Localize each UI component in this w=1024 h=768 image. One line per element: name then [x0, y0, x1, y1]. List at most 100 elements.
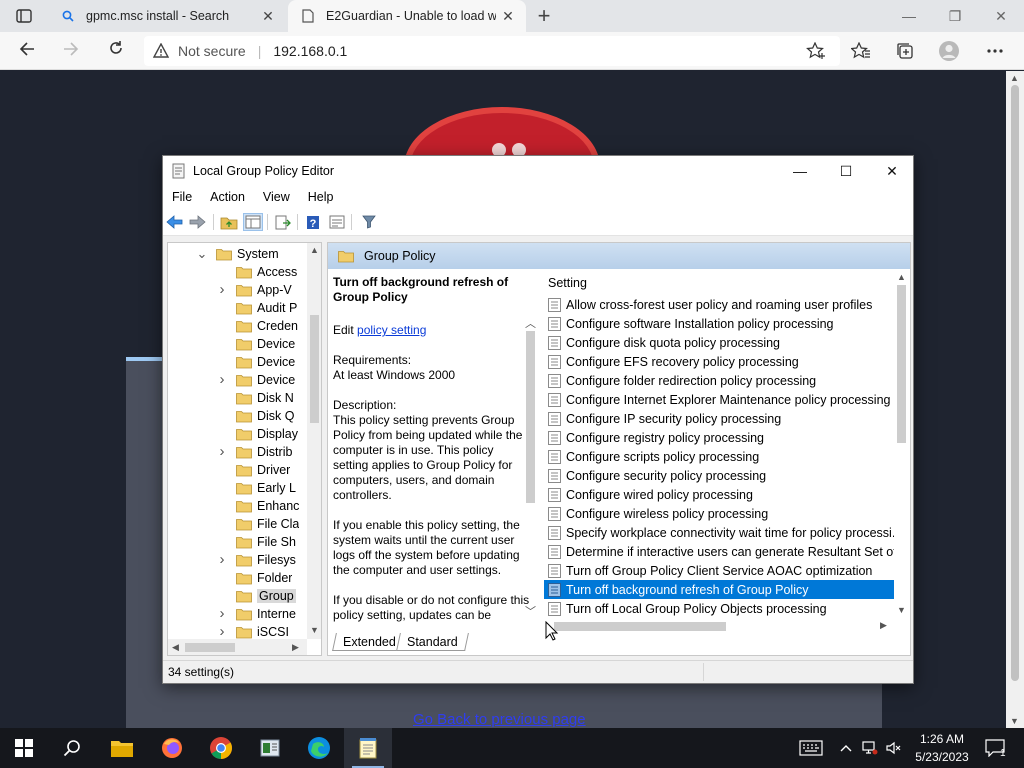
favorites-icon[interactable]: [850, 40, 872, 62]
file-explorer-icon[interactable]: [98, 728, 146, 768]
help-icon[interactable]: ?: [303, 213, 323, 231]
scroll-down-icon[interactable]: ▼: [1010, 716, 1019, 726]
scroll-right-icon[interactable]: ▶: [292, 642, 299, 653]
navigation-tree[interactable]: ⌄ System Access › App-V Audit P Creden Device De…: [167, 242, 322, 656]
policy-row[interactable]: Configure security policy processing: [544, 466, 894, 485]
policy-row[interactable]: Determine if interactive users can gener…: [544, 542, 894, 561]
maximize-icon[interactable]: ☐: [823, 156, 869, 186]
properties-icon[interactable]: [327, 213, 347, 231]
chevron-down-icon[interactable]: ⌄: [196, 247, 208, 260]
policy-row[interactable]: Configure disk quota policy processing: [544, 333, 894, 352]
tree-item[interactable]: Creden: [168, 317, 309, 335]
notepad-icon[interactable]: [344, 728, 392, 768]
forward-arrow-icon[interactable]: [187, 213, 207, 231]
tree-item[interactable]: Early L: [168, 479, 309, 497]
chrome-icon[interactable]: [197, 728, 245, 768]
tree-item[interactable]: Disk Q: [168, 407, 309, 425]
policy-row[interactable]: Turn off Local Group Policy Objects proc…: [544, 599, 894, 618]
chevron-right-icon[interactable]: ›: [216, 606, 228, 621]
close-icon[interactable]: ✕: [869, 156, 915, 186]
page-scrollbar[interactable]: ▲ ▼: [1006, 71, 1024, 728]
chevron-right-icon[interactable]: ›: [216, 282, 228, 297]
filter-icon[interactable]: [359, 213, 379, 231]
omnibox[interactable]: Not secure | 192.168.0.1: [144, 36, 840, 66]
scroll-left-icon[interactable]: ◀: [172, 642, 179, 653]
chevron-right-icon[interactable]: ›: [216, 552, 228, 567]
tree-item[interactable]: Access: [168, 263, 309, 281]
notifications-icon[interactable]: 1: [980, 728, 1010, 768]
policy-row[interactable]: Configure wireless policy processing: [544, 504, 894, 523]
close-tab-icon[interactable]: ✕: [500, 8, 516, 24]
scroll-right-icon[interactable]: ▶: [880, 620, 887, 631]
menu-action[interactable]: Action: [201, 190, 254, 204]
tree-item[interactable]: Device: [168, 353, 309, 371]
tree-item[interactable]: Group: [168, 587, 309, 605]
scroll-up-icon[interactable]: ▲: [310, 245, 319, 255]
menu-help[interactable]: Help: [299, 190, 343, 204]
add-favorite-icon[interactable]: [806, 41, 826, 60]
tree-item[interactable]: ⌄ System: [168, 245, 309, 263]
scroll-down-icon[interactable]: ▼: [897, 605, 906, 615]
scroll-down-icon[interactable]: ﹀: [525, 603, 536, 619]
policy-row[interactable]: Turn off background refresh of Group Pol…: [544, 580, 894, 599]
scrollbar-thumb[interactable]: [897, 285, 906, 443]
warning-icon[interactable]: [152, 42, 170, 60]
tree-item[interactable]: Driver: [168, 461, 309, 479]
collections-icon[interactable]: [894, 40, 916, 62]
up-folder-icon[interactable]: [219, 213, 239, 231]
policy-row[interactable]: Turn off Group Policy Client Service AOA…: [544, 561, 894, 580]
tree-item[interactable]: File Sh: [168, 533, 309, 551]
chevron-right-icon[interactable]: ›: [216, 624, 228, 639]
close-tab-icon[interactable]: ✕: [260, 8, 276, 24]
tree-item[interactable]: Folder: [168, 569, 309, 587]
description-scrollbar[interactable]: ︿ ﹀: [523, 313, 538, 623]
policy-row[interactable]: Configure IP security policy processing: [544, 409, 894, 428]
policy-row[interactable]: Allow cross-forest user policy and roami…: [544, 295, 894, 314]
minimize-icon[interactable]: —: [886, 2, 932, 30]
edge-icon[interactable]: [295, 728, 343, 768]
show-tree-icon[interactable]: [243, 213, 263, 231]
url-text[interactable]: 192.168.0.1: [273, 43, 347, 59]
more-options-icon[interactable]: [984, 40, 1006, 62]
firefox-icon[interactable]: [148, 728, 196, 768]
scroll-down-icon[interactable]: ▼: [310, 625, 319, 635]
forward-icon[interactable]: [58, 39, 84, 63]
tree-item[interactable]: Enhanc: [168, 497, 309, 515]
search-icon[interactable]: [48, 728, 96, 768]
tree-item[interactable]: Device: [168, 335, 309, 353]
tab-e2guardian[interactable]: E2Guardian - Unable to load web page ✕: [288, 0, 526, 32]
export-list-icon[interactable]: [273, 213, 293, 231]
scrollbar-thumb[interactable]: [526, 331, 535, 503]
tree-item[interactable]: › Device: [168, 371, 309, 389]
scroll-up-icon[interactable]: ▲: [1010, 73, 1019, 83]
policy-row[interactable]: Configure Internet Explorer Maintenance …: [544, 390, 894, 409]
window-title-bar[interactable]: Local Group Policy Editor — ☐ ✕: [163, 156, 913, 186]
policy-row[interactable]: Configure wired policy processing: [544, 485, 894, 504]
tree-item[interactable]: Audit P: [168, 299, 309, 317]
tree-item[interactable]: › App-V: [168, 281, 309, 299]
restore-icon[interactable]: ❐: [932, 2, 978, 30]
policy-row[interactable]: Configure registry policy processing: [544, 428, 894, 447]
scrollbar-thumb[interactable]: [310, 315, 319, 423]
policy-row[interactable]: Configure scripts policy processing: [544, 447, 894, 466]
tab-actions-icon[interactable]: [10, 6, 38, 26]
tree-item[interactable]: Disk N: [168, 389, 309, 407]
menu-view[interactable]: View: [254, 190, 299, 204]
policy-row[interactable]: Specify workplace connectivity wait time…: [544, 523, 894, 542]
back-icon[interactable]: [14, 39, 40, 63]
refresh-icon[interactable]: [103, 39, 129, 63]
tree-item[interactable]: › Interne: [168, 605, 309, 623]
scrollbar-thumb[interactable]: [1011, 85, 1019, 681]
tree-item[interactable]: › Distrib: [168, 443, 309, 461]
policy-row[interactable]: Configure EFS recovery policy processing: [544, 352, 894, 371]
policy-row[interactable]: Configure folder redirection policy proc…: [544, 371, 894, 390]
scrollbar-thumb[interactable]: [554, 622, 726, 631]
keyboard-icon[interactable]: [796, 728, 826, 768]
edit-policy-link[interactable]: policy setting: [357, 323, 426, 337]
go-back-link[interactable]: Go Back to previous page: [413, 711, 586, 728]
settings-list[interactable]: Setting Allow cross-forest user policy a…: [544, 269, 910, 631]
scrollbar-thumb[interactable]: [185, 643, 235, 652]
menu-file[interactable]: File: [163, 190, 201, 204]
scroll-up-icon[interactable]: ︿: [525, 315, 536, 331]
chevron-right-icon[interactable]: ›: [216, 444, 228, 459]
